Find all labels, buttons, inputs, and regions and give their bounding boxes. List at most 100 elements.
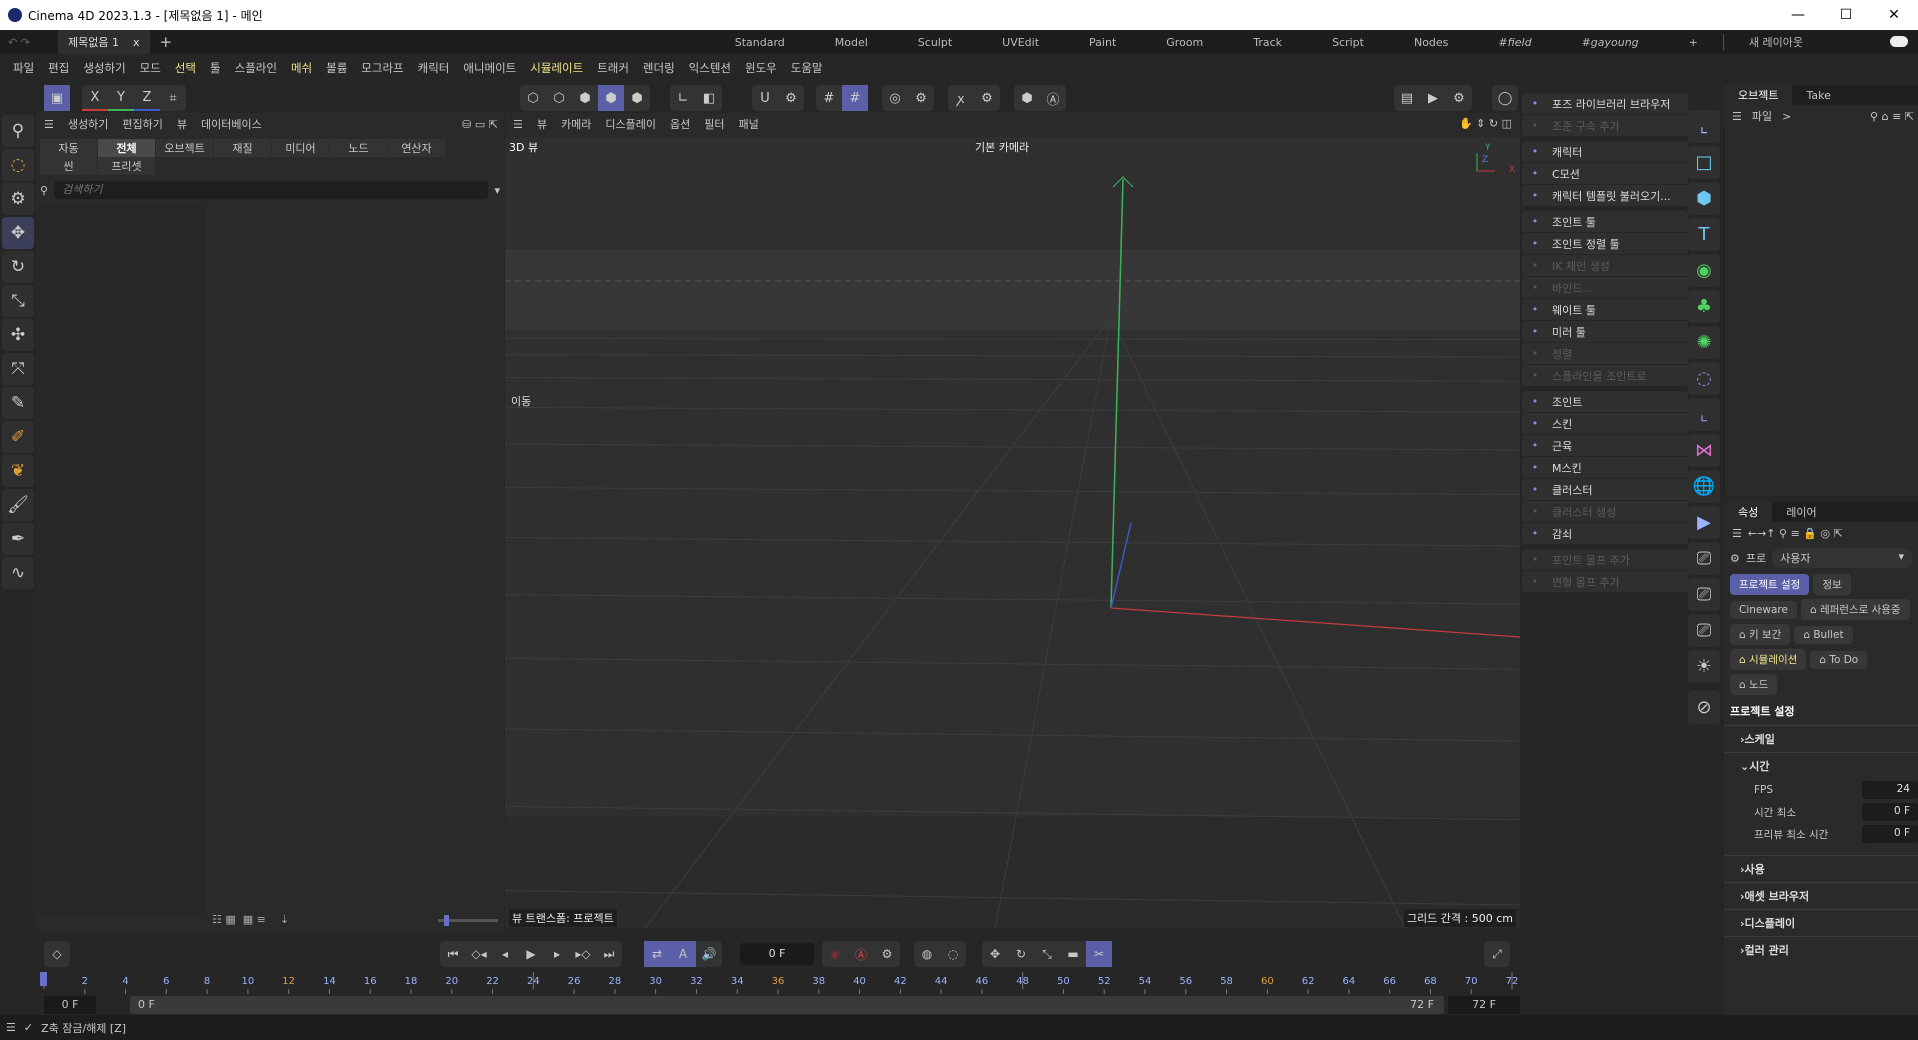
attribute-tab-button[interactable]: ⌂ 레퍼런스로 사용중: [1800, 599, 1910, 620]
deformer-icon[interactable]: ◌: [1688, 362, 1720, 395]
menu-item[interactable]: 편집: [41, 60, 76, 76]
maximize-button[interactable]: ☐: [1822, 0, 1870, 30]
category-tab[interactable]: 미디어: [272, 139, 330, 157]
paint-icon[interactable]: ❦: [2, 455, 34, 487]
attribute-tab-button[interactable]: 정보: [1813, 574, 1851, 595]
new-layout-button[interactable]: 새 레이아웃: [1722, 34, 1828, 50]
end-frame-field[interactable]: 72 F: [1448, 996, 1520, 1014]
character-menu-item[interactable]: • 조인트 정렬 툴: [1522, 233, 1688, 255]
menu-item[interactable]: 툴: [203, 60, 228, 76]
move-tool-icon[interactable]: ✥: [2, 217, 34, 249]
object-list[interactable]: [1724, 127, 1918, 495]
character-menu-item[interactable]: • 정렬: [1522, 343, 1688, 365]
next-key-icon[interactable]: ▸◇: [570, 941, 596, 967]
null-object-icon[interactable]: ⌞: [1688, 110, 1720, 143]
selection-settings-icon[interactable]: ⚙: [2, 183, 34, 215]
section-closed[interactable]: › 스케일: [1724, 725, 1918, 752]
category-tab[interactable]: 노드: [330, 139, 388, 157]
hamburger-icon[interactable]: ☰: [44, 118, 54, 131]
search-input[interactable]: [54, 181, 489, 199]
camera-label[interactable]: 기본 카메라: [975, 139, 1029, 155]
category-tab[interactable]: 연산자: [388, 139, 446, 157]
layout-tab[interactable]: Standard: [710, 36, 810, 49]
attribute-tab-button[interactable]: ⌂ Bullet: [1794, 626, 1853, 644]
layout-tab[interactable]: #gayoung: [1557, 36, 1664, 49]
section-closed[interactable]: › 사용: [1724, 855, 1918, 882]
character-menu-item[interactable]: • 조준 구속 추가: [1522, 115, 1688, 137]
text-spline-icon[interactable]: T: [1688, 218, 1720, 251]
edges-mode-icon[interactable]: ⬡: [546, 85, 572, 111]
render-icon[interactable]: ▶: [1688, 506, 1720, 539]
hamburger-icon[interactable]: ☰: [513, 118, 523, 131]
key-mode-icon[interactable]: ◌: [940, 941, 966, 967]
character-menu-item[interactable]: • M스킨: [1522, 457, 1688, 479]
list-view-icon[interactable]: ☷ ▦ ▦ ≡ ⇣: [212, 913, 289, 926]
symmetry-settings-icon[interactable]: ⚙: [974, 85, 1000, 111]
render-settings-icon[interactable]: ⚙: [1446, 85, 1472, 111]
object-mode-icon[interactable]: ⬢: [598, 85, 624, 111]
light-icon[interactable]: ☀: [1688, 650, 1720, 683]
character-menu-item[interactable]: • 감쇠: [1522, 523, 1688, 545]
breadcrumb[interactable]: >: [1782, 110, 1791, 123]
cloner-icon[interactable]: ♣: [1688, 290, 1720, 323]
category-tab[interactable]: 프리셋: [98, 157, 156, 175]
symmetry-icon[interactable]: ꭗ: [948, 85, 974, 111]
character-menu-item[interactable]: • 웨이트 툴: [1522, 299, 1688, 321]
snap-settings-icon[interactable]: ⚙: [778, 85, 804, 111]
undo-redo-icon[interactable]: ↶ ↷: [0, 36, 58, 49]
character-menu-item[interactable]: • 바인드...: [1522, 277, 1688, 299]
property-value[interactable]: 0 F: [1862, 825, 1918, 843]
spline-sketch-icon[interactable]: ✐: [2, 421, 34, 453]
attribute-tab-button[interactable]: ⌂ 키 보간: [1730, 624, 1791, 645]
sound-icon[interactable]: 🔊: [696, 941, 722, 967]
pla-key-icon[interactable]: ✂: [1086, 941, 1112, 967]
viewport-menu-item[interactable]: 뷰: [537, 116, 547, 132]
attribute-panel-tab[interactable]: 레이어: [1772, 502, 1830, 522]
layout-tab[interactable]: Script: [1307, 36, 1389, 49]
tweak-mode-icon[interactable]: ◧: [696, 85, 722, 111]
section-closed[interactable]: › 디스플레이: [1724, 909, 1918, 936]
asset-menu-item[interactable]: 편집하기: [122, 116, 162, 132]
search-home-filter-icons[interactable]: ⚲ ⌂ ≡ ⇱: [1870, 110, 1918, 123]
menu-item[interactable]: 볼륨: [319, 60, 354, 76]
filter-dropdown-icon[interactable]: ▾: [494, 184, 500, 197]
play-icon[interactable]: ▶: [518, 941, 544, 967]
menu-item[interactable]: 렌더링: [636, 60, 682, 76]
playhead[interactable]: [40, 972, 47, 986]
menu-item[interactable]: 캐릭터: [411, 60, 457, 76]
layout-tab[interactable]: UVEdit: [977, 36, 1064, 49]
hamburger-icon[interactable]: ☰: [1732, 527, 1742, 540]
category-tab[interactable]: 전체: [98, 139, 156, 157]
grid-icon[interactable]: #: [816, 85, 842, 111]
y-axis-lock-button[interactable]: Y: [108, 85, 134, 111]
minimize-button[interactable]: —: [1774, 0, 1822, 30]
subdivision-icon[interactable]: ◉: [1688, 254, 1720, 287]
character-menu-item[interactable]: • 캐릭터: [1522, 141, 1688, 163]
position-key-icon[interactable]: ✥: [982, 941, 1008, 967]
viewport-3d[interactable]: 3D 뷰 기본 카메라 이동 Y Z X 뷰 트랜스폼: 프로젝트 그리드 간격…: [505, 137, 1520, 928]
add-tab-button[interactable]: +: [150, 33, 183, 51]
attribute-tab-button[interactable]: ⌂ 노드: [1730, 674, 1778, 695]
add-layout-button[interactable]: +: [1664, 36, 1723, 49]
rotate-tool-icon[interactable]: ↻: [2, 251, 34, 283]
brush-icon[interactable]: 🖌: [2, 489, 34, 521]
character-menu-item[interactable]: • 조인트: [1522, 391, 1688, 413]
keyframe-icon[interactable]: ◇: [44, 941, 70, 967]
menu-item[interactable]: 윈도우: [738, 60, 784, 76]
nav-icons[interactable]: ←→↑ ⚲ ≡ 🔒 ◎ ⇱: [1748, 527, 1843, 540]
knife-icon[interactable]: ✒: [2, 523, 34, 555]
model-mode-icon[interactable]: ▣: [44, 85, 70, 111]
auto-icon[interactable]: Ⓐ: [1040, 85, 1066, 111]
property-value[interactable]: 0 F: [1862, 803, 1918, 821]
scale-key-icon[interactable]: ⤡: [1034, 941, 1060, 967]
layout-tab[interactable]: Nodes: [1389, 36, 1473, 49]
asset-menu-item[interactable]: 뷰: [177, 116, 187, 132]
viewport-nav-icons[interactable]: ✋ ⇕ ↻ ◫: [1459, 117, 1512, 130]
range-slider[interactable]: 0 F 72 F: [130, 996, 1444, 1014]
attribute-tab-button[interactable]: ⌂ To Do: [1810, 651, 1868, 669]
magnet-icon[interactable]: ∿: [2, 557, 34, 589]
x-axis-lock-button[interactable]: X: [82, 85, 108, 111]
layout-tab[interactable]: Track: [1228, 36, 1307, 49]
viewport-menu-item[interactable]: 디스플레이: [605, 116, 656, 132]
polygons-mode-icon[interactable]: ⬢: [572, 85, 598, 111]
